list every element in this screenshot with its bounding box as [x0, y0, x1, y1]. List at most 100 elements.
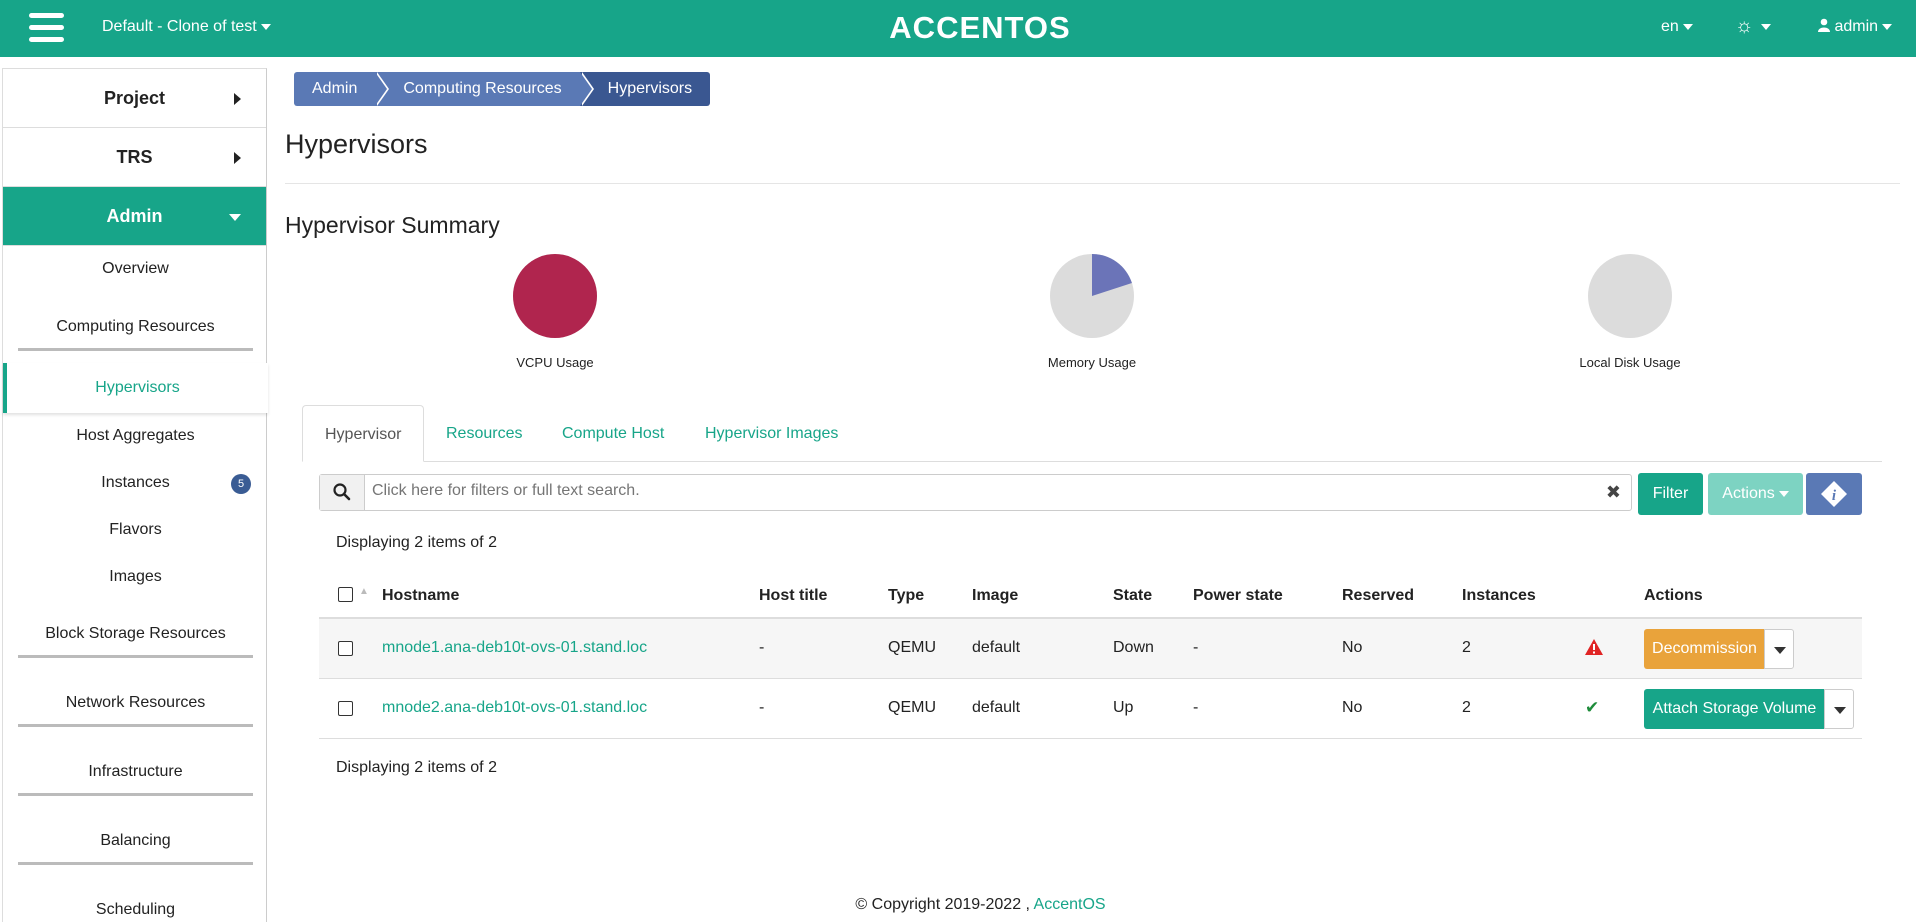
sort-asc-icon[interactable]: ▲	[359, 586, 369, 597]
breadcrumb-hypervisors: Hypervisors	[579, 72, 711, 106]
search-icon[interactable]	[320, 475, 365, 510]
power-state-cell: -	[1193, 699, 1199, 716]
filter-button[interactable]: Filter	[1638, 473, 1703, 515]
row-actions-dropdown[interactable]	[1824, 689, 1854, 729]
sidebar-item-images[interactable]: Images	[3, 568, 268, 586]
memory-usage-pie	[1050, 254, 1134, 338]
sidebar-item-label: Project	[103, 88, 166, 108]
pie-used-slice	[513, 254, 597, 338]
chevron-down-icon	[1834, 707, 1846, 714]
col-image[interactable]: Image	[972, 587, 1018, 605]
breadcrumb-computing-resources[interactable]: Computing Resources	[375, 72, 594, 106]
sidebar-item-instances[interactable]: Instances 5	[3, 474, 268, 494]
sidebar-item-label: TRS	[116, 147, 153, 167]
select-all-checkbox[interactable]	[338, 587, 353, 602]
memory-usage-chart: Memory Usage	[1012, 254, 1172, 370]
chevron-down-icon	[1682, 23, 1693, 30]
tab-compute-host[interactable]: Compute Host	[562, 405, 664, 462]
language-label: en	[1661, 18, 1679, 35]
tab-resources[interactable]: Resources	[446, 405, 522, 462]
col-actions: Actions	[1644, 587, 1703, 604]
theme-selector[interactable]: ☼	[1735, 15, 1772, 38]
instances-cell: 2	[1462, 699, 1471, 716]
project-selector[interactable]: Default - Clone of test	[102, 18, 271, 36]
sidebar: Project TRS Admin Overview Computing Res…	[2, 68, 268, 922]
state-cell: Up	[1113, 699, 1134, 716]
divider	[285, 183, 1900, 184]
vcpu-usage-pie	[513, 254, 597, 338]
chart-label: VCPU Usage	[516, 355, 594, 370]
row-actions-dropdown[interactable]	[1764, 629, 1794, 669]
vcpu-usage-chart: VCPU Usage	[475, 254, 635, 370]
sidebar-item-hypervisors[interactable]: Hypervisors	[3, 363, 268, 413]
chevron-down-icon	[1774, 647, 1786, 654]
hostname-link[interactable]: mnode2.ana-deb10t-ovs-01.stand.loc	[382, 699, 647, 717]
image-cell: default	[972, 699, 1021, 716]
user-icon	[1818, 18, 1830, 32]
breadcrumb-label: Hypervisors	[607, 80, 693, 97]
chevron-down-icon	[260, 23, 271, 30]
hamburger-menu-icon[interactable]	[29, 13, 64, 43]
sidebar-item-host-aggregates[interactable]: Host Aggregates	[3, 427, 268, 445]
breadcrumb-admin[interactable]: Admin	[294, 72, 390, 106]
user-menu[interactable]: admin	[1818, 18, 1893, 36]
sidebar-item-admin[interactable]: Admin	[3, 187, 266, 246]
search-input[interactable]	[372, 482, 1572, 500]
type-cell: QEMU	[888, 639, 936, 656]
sidebar-item-label: Admin	[106, 206, 163, 226]
actions-button[interactable]: Actions	[1708, 473, 1803, 515]
col-instances[interactable]: Instances	[1462, 587, 1536, 605]
local-disk-usage-chart: Local Disk Usage	[1550, 254, 1710, 370]
sidebar-item-computing-resources[interactable]: Computing Resources	[18, 318, 253, 351]
col-type[interactable]: Type	[888, 587, 924, 605]
col-reserved[interactable]: Reserved	[1342, 587, 1414, 605]
row-checkbox[interactable]	[338, 701, 353, 716]
search-bar: ✖	[319, 474, 1632, 511]
actions-button-label: Actions	[1722, 485, 1775, 502]
breadcrumb: Admin Computing Resources Hypervisors	[294, 72, 711, 106]
sidebar-item-block-storage-resources[interactable]: Block Storage Resources	[18, 625, 253, 658]
footer-link[interactable]: AccentOS	[1034, 896, 1106, 913]
breadcrumb-label: Admin	[312, 80, 358, 97]
warning-icon	[1584, 638, 1604, 661]
chart-label: Memory Usage	[1047, 355, 1137, 370]
reserved-cell: No	[1342, 639, 1363, 656]
power-state-cell: -	[1193, 639, 1199, 656]
instances-count-badge: 5	[231, 474, 251, 494]
sidebar-item-network-resources[interactable]: Network Resources	[18, 694, 253, 727]
attach-storage-volume-button[interactable]: Attach Storage Volume	[1644, 689, 1825, 729]
hostname-link[interactable]: mnode1.ana-deb10t-ovs-01.stand.loc	[382, 639, 647, 657]
sidebar-item-overview[interactable]: Overview	[3, 260, 268, 278]
tab-hypervisor[interactable]: Hypervisor	[302, 405, 425, 462]
sidebar-item-balancing[interactable]: Balancing	[18, 832, 253, 865]
page-title: Hypervisors	[285, 129, 428, 159]
language-selector[interactable]: en	[1661, 18, 1693, 36]
top-bar: Default - Clone of test ACCENTOS en ☼ ad…	[0, 0, 1916, 57]
info-button[interactable]: i	[1806, 473, 1862, 515]
chevron-down-icon	[1778, 490, 1789, 497]
clear-search-icon[interactable]: ✖	[1606, 482, 1621, 503]
check-icon: ✔	[1585, 698, 1600, 717]
sun-icon: ☼	[1735, 15, 1754, 37]
sidebar-item-flavors[interactable]: Flavors	[3, 521, 268, 539]
row-checkbox[interactable]	[338, 641, 353, 656]
user-name: admin	[1834, 18, 1879, 35]
col-hostname[interactable]: Hostname	[382, 587, 459, 605]
table-row: mnode1.ana-deb10t-ovs-01.stand.loc - QEM…	[319, 619, 1862, 679]
decommission-button[interactable]: Decommission	[1644, 629, 1765, 669]
sidebar-item-project[interactable]: Project	[3, 69, 266, 128]
breadcrumb-label: Computing Resources	[403, 80, 562, 97]
col-power-state[interactable]: Power state	[1193, 587, 1283, 605]
table-header: ▲ Hostname Host title Type Image State P…	[319, 575, 1862, 619]
chart-label: Local Disk Usage	[1579, 355, 1681, 370]
state-cell: Down	[1113, 639, 1154, 656]
type-cell: QEMU	[888, 699, 936, 716]
tab-bar: Hypervisor Resources Compute Host Hyperv…	[302, 405, 1882, 462]
col-host-title[interactable]: Host title	[759, 587, 827, 605]
col-state[interactable]: State	[1113, 587, 1152, 605]
sidebar-item-infrastructure[interactable]: Infrastructure	[18, 763, 253, 796]
info-icon: i	[1821, 481, 1847, 507]
summary-title: Hypervisor Summary	[285, 212, 500, 238]
sidebar-item-trs[interactable]: TRS	[3, 128, 266, 187]
tab-hypervisor-images[interactable]: Hypervisor Images	[705, 405, 838, 462]
